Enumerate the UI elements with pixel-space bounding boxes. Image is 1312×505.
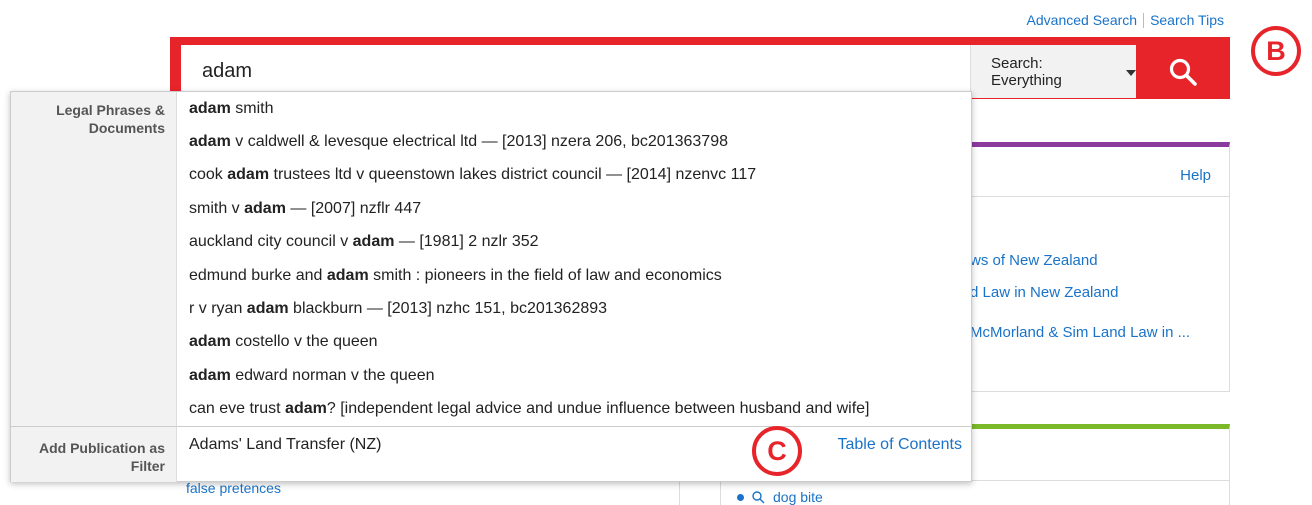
search-bar: Search: Everything: [170, 37, 1230, 99]
search-scope-label: Search: Everything: [991, 54, 1062, 89]
suggestion-match: adam: [189, 366, 231, 384]
suggestion-text: auckland city council v: [189, 233, 353, 251]
suggestion-item[interactable]: edmund burke and adam smith : pioneers i…: [177, 259, 972, 292]
suggestion-text: smith: [230, 99, 274, 117]
suggestion-text: smith : pioneers in the field of law and…: [368, 266, 722, 284]
top-links: Advanced Search Search Tips: [1027, 12, 1224, 28]
bullet-icon: [737, 493, 744, 501]
suggestion-list: adam smith adam v caldwell & levesque ele…: [177, 92, 972, 426]
suggestion-item[interactable]: cook adam trustees ltd v queenstown lake…: [177, 159, 972, 192]
suggestion-text: ? [independent legal advice and undue in…: [326, 400, 870, 418]
background-panel-header: Help: [970, 147, 1229, 197]
suggestion-item[interactable]: auckland city council v adam — [1981] 2 …: [177, 226, 972, 259]
search-button[interactable]: [1136, 45, 1230, 98]
suggestion-match: adam: [326, 266, 369, 284]
advanced-search-link[interactable]: Advanced Search: [1027, 12, 1138, 28]
background-right-link[interactable]: dog bite: [737, 489, 823, 505]
suggestion-match: adam: [285, 400, 327, 418]
background-link[interactable]: d Law in New Zealand: [970, 284, 1118, 301]
link-divider: [1143, 12, 1145, 28]
suggestion-text: blackburn — [2013] nzhc 151, bc201362893: [288, 300, 608, 318]
suggestion-text: r v ryan: [189, 300, 247, 318]
background-left-link[interactable]: false pretences: [186, 480, 281, 496]
suggestion-match: adam: [246, 300, 289, 318]
suggestion-text: costello v the queen: [230, 333, 378, 351]
suggestion-item[interactable]: adam smith: [177, 92, 972, 125]
search-icon: [1169, 58, 1197, 86]
suggestion-item[interactable]: adam v caldwell & levesque electrical lt…: [177, 125, 972, 158]
search-icon: [752, 490, 765, 503]
suggestion-item[interactable]: adam costello v the queen: [177, 326, 972, 359]
callout-c: C: [752, 426, 802, 476]
suggestion-text: trustees ltd v queenstown lakes district…: [269, 166, 757, 184]
suggestion-match: adam: [189, 99, 231, 117]
caret-down-icon: [1126, 69, 1136, 76]
suggestion-item[interactable]: adam edward norman v the queen: [177, 359, 972, 392]
section-label-add-publication: Add Publication as Filter: [11, 426, 177, 482]
publication-filter-item[interactable]: Adams' Land Transfer (NZ): [189, 436, 381, 454]
suggestion-text: — [1981] 2 nzlr 352: [394, 233, 539, 251]
suggestion-text: edward norman v the queen: [230, 366, 435, 384]
autocomplete-dropdown: Legal Phrases & Documents Add Publicatio…: [10, 91, 972, 482]
suggestion-match: adam: [189, 333, 231, 351]
suggestion-item[interactable]: smith v adam — [2007] nzflr 447: [177, 192, 972, 225]
section-label-legal-phrases: Legal Phrases & Documents: [11, 92, 177, 426]
suggestion-text: smith v: [189, 199, 245, 217]
table-of-contents-link[interactable]: Table of Contents: [837, 436, 962, 454]
suggestion-text: edmund burke and: [189, 266, 327, 284]
suggestion-text: v caldwell & levesque electrical ltd — […: [230, 133, 728, 151]
help-link[interactable]: Help: [1180, 167, 1211, 184]
suggestion-text: cook: [189, 166, 228, 184]
search-scope-dropdown[interactable]: Search: Everything: [970, 45, 1136, 98]
callout-b: B: [1251, 26, 1301, 76]
background-link[interactable]: McMorland & Sim Land Law in ...: [970, 324, 1190, 341]
background-link[interactable]: ws of New Zealand: [970, 252, 1098, 269]
search-tips-link[interactable]: Search Tips: [1150, 12, 1224, 28]
suggestion-text: can eve trust: [189, 400, 286, 418]
background-right-link-label: dog bite: [773, 489, 823, 505]
suggestion-item[interactable]: r v ryan adam blackburn — [2013] nzhc 15…: [177, 292, 972, 325]
suggestion-match: adam: [189, 133, 231, 151]
suggestion-item[interactable]: can eve trust adam? [independent legal a…: [177, 393, 972, 426]
suggestion-match: adam: [244, 199, 286, 217]
publication-filter-row: Adams' Land Transfer (NZ) Table of Conte…: [177, 426, 972, 482]
suggestion-match: adam: [227, 166, 270, 184]
suggestion-match: adam: [352, 233, 395, 251]
suggestion-text: — [2007] nzflr 447: [285, 199, 422, 217]
